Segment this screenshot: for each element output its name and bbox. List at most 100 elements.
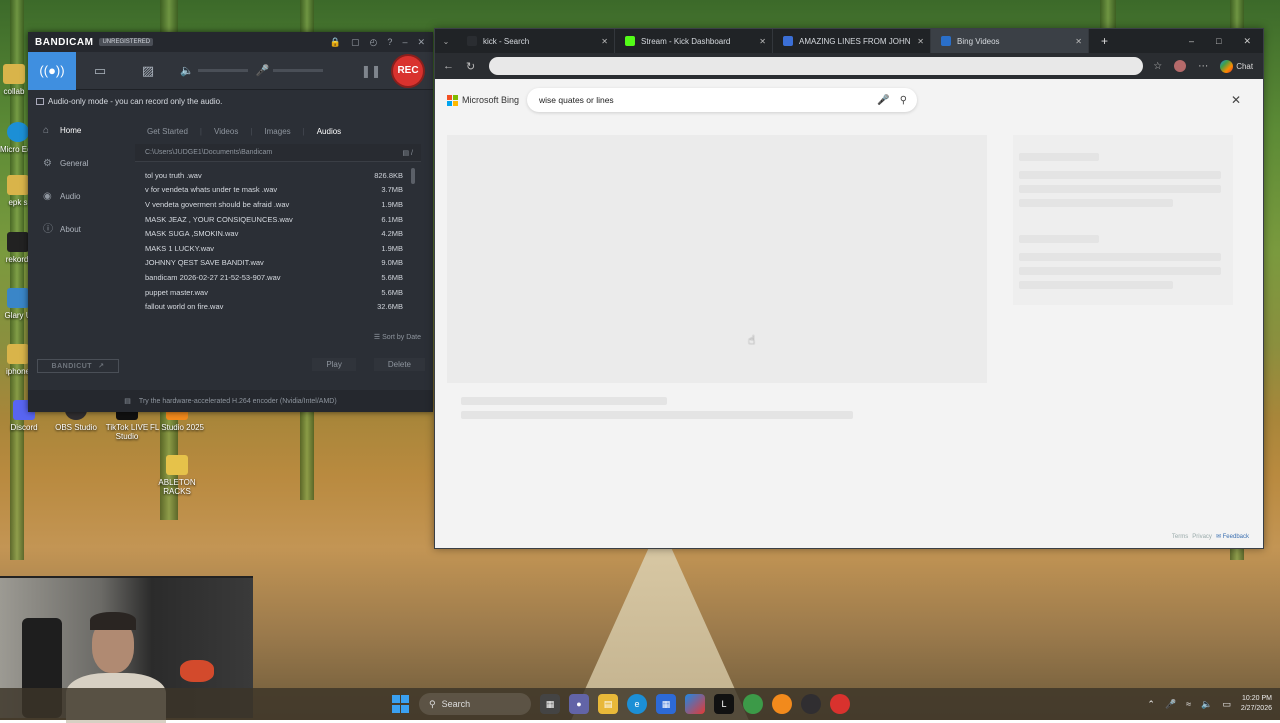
chrome-icon[interactable] — [743, 694, 763, 714]
list-item[interactable]: fallout world on fire.wav 32.6MB — [135, 299, 421, 314]
tab-bing-videos[interactable]: Bing Videos ✕ — [931, 29, 1089, 53]
tab-images[interactable]: Images — [252, 127, 302, 136]
list-item[interactable]: tol you truth .wav 826.8KB — [135, 168, 421, 183]
list-item[interactable]: JOHNNY QEST SAVE BANDIT.wav 9.0MB — [135, 256, 421, 271]
microphone-icon[interactable]: 🎤 — [877, 95, 889, 106]
list-item[interactable]: bandicam 2026-02-27 21-52-53-907.wav 5.6M… — [135, 270, 421, 285]
terms-link[interactable]: Terms — [1172, 534, 1188, 540]
search-input[interactable]: wise quates or lines 🎤 ⚲ — [527, 88, 918, 112]
kick-favicon-icon — [625, 36, 635, 46]
close-overlay-icon[interactable]: ✕ — [1231, 93, 1241, 107]
close-button[interactable]: ✕ — [417, 37, 425, 48]
folder-icon[interactable]: ▢ — [351, 37, 360, 48]
chevron-up-icon[interactable]: ⌃ — [1147, 699, 1155, 710]
tab-videos[interactable]: Videos — [202, 127, 250, 136]
new-tab-button[interactable]: + — [1089, 34, 1120, 48]
speaker-volume[interactable]: 🔈 — [180, 64, 248, 77]
chat-icon[interactable]: ● — [569, 694, 589, 714]
file-name: V vendeta goverment should be afraid .wa… — [145, 199, 290, 209]
sidebar-item-general[interactable]: ⚙ General — [34, 147, 129, 180]
profile-avatar-icon[interactable] — [1174, 60, 1187, 72]
tab-close-icon[interactable]: ✕ — [917, 37, 924, 46]
sidebar-item-home[interactable]: ⌂ Home — [34, 114, 129, 147]
tab-get-started[interactable]: Get Started — [135, 127, 200, 136]
minimize-button[interactable]: – — [1189, 36, 1194, 47]
back-arrow-icon[interactable]: ← — [443, 60, 454, 72]
taskbar-search[interactable]: ⚲ Search — [419, 693, 531, 715]
search-icon[interactable]: ⚲ — [900, 95, 907, 106]
tab-kick-dashboard[interactable]: Stream - Kick Dashboard ✕ — [615, 29, 773, 53]
hdmi-mode-button[interactable]: ▭ — [76, 52, 124, 90]
tab-amazing-lines[interactable]: AMAZING LINES FROM JOHNNY D ✕ — [773, 29, 931, 53]
battery-icon[interactable]: ▭ — [1222, 699, 1231, 710]
file-size: 9.0MB — [381, 258, 403, 268]
file-explorer-icon[interactable]: ▤ — [598, 694, 618, 714]
bandicam-record-icon[interactable] — [830, 694, 850, 714]
pause-icon[interactable]: ❚❚ — [361, 64, 381, 78]
tab-close-icon[interactable]: ✕ — [1075, 37, 1082, 46]
ableton-live-icon[interactable]: L — [714, 694, 734, 714]
more-options-icon[interactable]: ⋯ — [1198, 61, 1208, 72]
tab-actions-chevron-icon[interactable]: ⌄ — [435, 37, 457, 46]
info-icon: ⓘ — [43, 224, 53, 235]
tab-kick-search[interactable]: kick - Search ✕ — [457, 29, 615, 53]
loading-line — [1019, 171, 1221, 179]
rec-button[interactable]: REC — [393, 55, 423, 86]
volume-icon[interactable]: 🔈 — [1201, 699, 1212, 710]
bandicut-button[interactable]: BANDICUT ↗ — [37, 359, 119, 373]
copilot-chat-button[interactable]: Chat — [1220, 59, 1253, 73]
desktop-icon-ableton-racks[interactable]: ABLETON RACKS — [145, 455, 209, 496]
game-mode-button[interactable]: ▨ — [124, 52, 172, 90]
obs-icon[interactable] — [801, 694, 821, 714]
wifi-icon[interactable]: ≈ — [1186, 699, 1191, 709]
windows-start-icon[interactable] — [392, 695, 410, 713]
close-button[interactable]: ✕ — [1243, 36, 1251, 47]
clock-time: 10:20 PM — [1242, 695, 1272, 702]
open-folder-icon[interactable]: ▤ / — [402, 149, 413, 157]
favorites-star-icon[interactable]: ☆ — [1153, 61, 1162, 72]
sidebar-item-about[interactable]: ⓘ About — [34, 213, 129, 246]
clock[interactable]: 10:20 PM 2/27/2026 — [1241, 694, 1272, 714]
mic-volume[interactable]: 🎤 — [256, 64, 324, 77]
microphone-icon[interactable]: 🎤 — [1165, 699, 1176, 710]
file-name: bandicam 2026-02-27 21-52-53-907.wav — [145, 272, 281, 282]
feedback-link[interactable]: ✉ Feedback — [1216, 533, 1249, 540]
sort-by-date-button[interactable]: ☰ Sort by Date — [374, 333, 421, 341]
list-item[interactable]: MASK JEAZ , YOUR CONSIQEUNCES.wav 6.1MB — [135, 212, 421, 227]
store-icon[interactable]: ▦ — [656, 694, 676, 714]
bandicam-footer[interactable]: ▤ Try the hardware-accelerated H.264 enc… — [28, 390, 433, 412]
scrollbar-thumb[interactable] — [411, 168, 415, 184]
tab-close-icon[interactable]: ✕ — [759, 37, 766, 46]
sidebar-item-audio[interactable]: ◉ Audio — [34, 180, 129, 213]
feedback-icon: ✉ — [1215, 534, 1221, 540]
tab-close-icon[interactable]: ✕ — [601, 37, 608, 46]
fl-studio-icon[interactable] — [772, 694, 792, 714]
minimize-button[interactable]: – — [402, 37, 407, 48]
delete-button[interactable]: Delete — [373, 358, 425, 371]
file-name: v for vendeta whats under te mask .wav — [145, 185, 278, 195]
audio-mode-button[interactable]: ((●)) — [28, 51, 76, 90]
address-bar[interactable] — [489, 57, 1144, 75]
loading-line — [1019, 281, 1173, 289]
file-actions: Play Delete — [135, 358, 425, 371]
bing-brand[interactable]: Microsoft Bing — [462, 95, 519, 105]
list-item[interactable]: MASK SUGA ,SMOKIN.wav 4.2MB — [135, 226, 421, 241]
refresh-icon[interactable]: ↻ — [466, 60, 475, 73]
loading-line — [1019, 185, 1221, 193]
microphone-icon: 🎤 — [255, 65, 270, 77]
play-button[interactable]: Play — [312, 358, 356, 371]
list-item[interactable]: v for vendeta whats under te mask .wav 3.… — [135, 183, 421, 198]
file-name: MASK JEAZ , YOUR CONSIQEUNCES.wav — [145, 214, 293, 224]
edge-icon[interactable]: e — [627, 694, 647, 714]
copilot-icon[interactable] — [685, 694, 705, 714]
privacy-link[interactable]: Privacy — [1192, 534, 1212, 540]
maximize-button[interactable]: □ — [1216, 36, 1221, 47]
tab-audios[interactable]: Audios — [305, 127, 353, 136]
lock-icon[interactable]: 🔒 — [330, 37, 341, 48]
help-icon[interactable]: ? — [387, 37, 392, 48]
clock-icon[interactable]: ◴ — [370, 37, 378, 48]
list-item[interactable]: V vendeta goverment should be afraid .wa… — [135, 197, 421, 212]
task-view-icon[interactable]: ▦ — [540, 694, 560, 714]
list-item[interactable]: puppet master.wav 5.6MB — [135, 285, 421, 300]
list-item[interactable]: MAKS 1 LUCKY.wav 1.9MB — [135, 241, 421, 256]
